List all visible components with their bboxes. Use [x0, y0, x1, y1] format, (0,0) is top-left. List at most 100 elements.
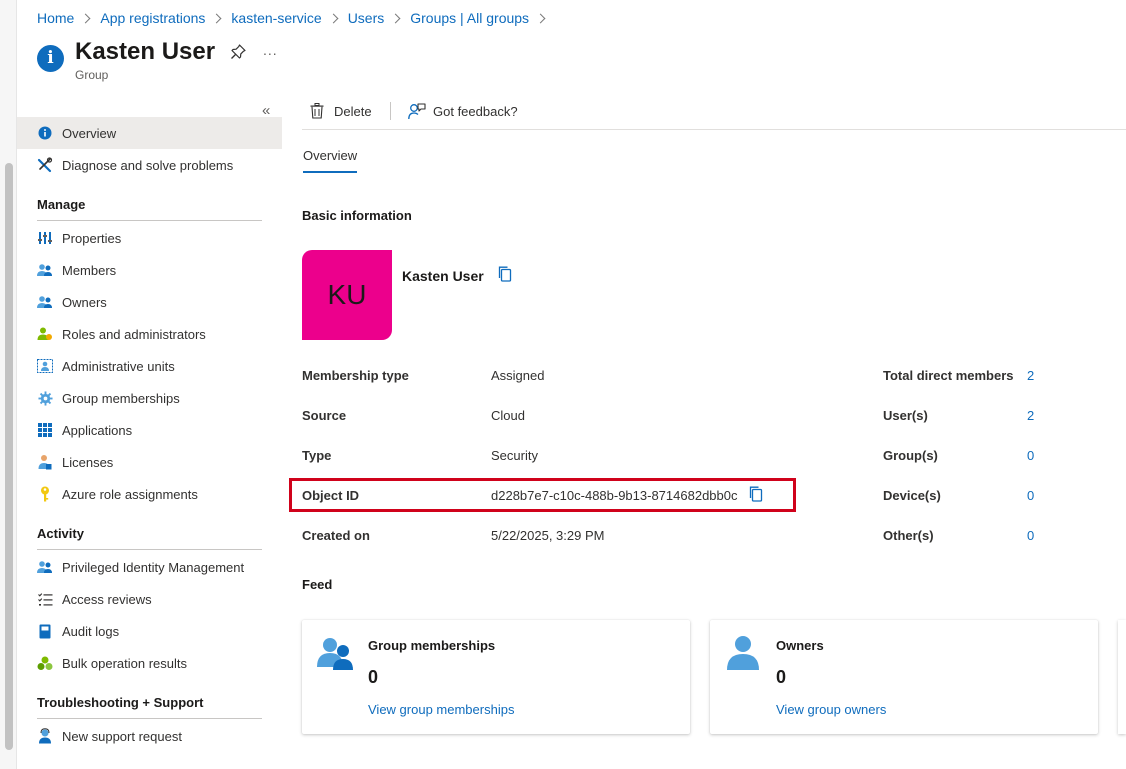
group-avatar: KU [302, 250, 392, 340]
card-title: Group memberships [368, 638, 496, 653]
sidebar-item-label: Properties [62, 230, 122, 246]
scrollbar-thumb[interactable] [5, 163, 13, 750]
membership-type-label: Membership type [302, 368, 409, 383]
source-label: Source [302, 408, 347, 423]
next-card-edge [1118, 620, 1126, 734]
grid-icon [37, 422, 53, 438]
sidebar-item-access-reviews[interactable]: Access reviews [17, 583, 282, 615]
sidebar-item-overview[interactable]: Overview [17, 117, 282, 149]
sidebar-item-new-support-request[interactable]: New support request [17, 720, 282, 752]
gear-icon [37, 390, 53, 406]
sidebar-item-licenses[interactable]: Licenses [17, 446, 282, 478]
sidebar-item-applications[interactable]: Applications [17, 414, 282, 446]
type-value: Security [491, 448, 538, 463]
source-value: Cloud [491, 408, 525, 423]
devices-label: Device(s) [883, 488, 941, 503]
properties-icon [37, 230, 53, 246]
license-icon [37, 454, 53, 470]
sidebar-item-label: Owners [62, 294, 107, 310]
object-id-highlight [289, 478, 796, 512]
total-direct-members-label: Total direct members [883, 368, 1014, 383]
view-group-memberships-link[interactable]: View group memberships [368, 702, 514, 717]
breadcrumb-groups[interactable]: Groups | All groups [410, 10, 529, 26]
sidebar-item-group-memberships[interactable]: Group memberships [17, 382, 282, 414]
sidebar-item-members[interactable]: Members [17, 254, 282, 286]
owners-card: Owners 0 View group owners [710, 620, 1098, 734]
sidebar-item-audit-logs[interactable]: Audit logs [17, 615, 282, 647]
group-icon [317, 638, 353, 670]
sidebar-item-roles[interactable]: Roles and administrators [17, 318, 282, 350]
sidebar-item-label: Licenses [62, 454, 114, 470]
feedback-icon [408, 102, 426, 119]
card-title: Owners [776, 638, 824, 653]
info-icon: i [37, 45, 64, 72]
view-group-owners-link[interactable]: View group owners [776, 702, 886, 717]
sidebar-item-label: Audit logs [62, 623, 120, 639]
person-icon [727, 636, 759, 670]
breadcrumb-kasten-service[interactable]: kasten-service [231, 10, 321, 26]
feed-heading: Feed [302, 577, 333, 592]
card-count: 0 [776, 667, 787, 687]
copy-icon[interactable] [497, 266, 513, 282]
key-icon [37, 486, 53, 502]
more-options-icon[interactable]: ... [263, 42, 278, 58]
section-troubleshooting: Troubleshooting + Support [37, 695, 262, 719]
breadcrumb-home[interactable]: Home [37, 10, 74, 26]
users-label: User(s) [883, 408, 928, 423]
pin-icon[interactable] [229, 43, 247, 61]
sidebar-scrollbar[interactable] [0, 0, 17, 769]
roles-icon [37, 326, 53, 342]
members-icon [37, 262, 53, 278]
sidebar-item-azure-role-assignments[interactable]: Azure role assignments [17, 478, 282, 510]
total-direct-members-value[interactable]: 2 [1027, 368, 1034, 383]
section-activity: Activity [37, 526, 262, 550]
card-count: 0 [368, 667, 379, 687]
others-label: Other(s) [883, 528, 934, 543]
sidebar-item-label: Privileged Identity Management [62, 559, 245, 575]
admin-units-icon [37, 358, 53, 374]
command-bar: Delete Got feedback? [302, 96, 1126, 130]
group-memberships-card: Group memberships 0 View group membershi… [302, 620, 690, 734]
sidebar-item-label: Bulk operation results [62, 655, 188, 671]
section-manage: Manage [37, 197, 262, 221]
sidebar-item-pim[interactable]: Privileged Identity Management [17, 551, 282, 583]
breadcrumb-users[interactable]: Users [348, 10, 385, 26]
sidebar-item-label: Administrative units [62, 358, 175, 374]
support-icon [37, 728, 53, 744]
type-label: Type [302, 448, 332, 463]
chevron-right-icon [328, 13, 339, 23]
sidebar-item-label: Diagnose and solve problems [62, 157, 234, 173]
sidebar-item-label: Members [62, 262, 117, 278]
sidebar-item-administrative-units[interactable]: Administrative units [17, 350, 282, 382]
sidebar-item-label: Azure role assignments [62, 486, 198, 502]
sidebar-item-bulk-operation-results[interactable]: Bulk operation results [17, 647, 282, 679]
devices-count[interactable]: 0 [1027, 488, 1034, 503]
sidebar-item-label: Applications [62, 422, 133, 438]
feedback-button[interactable]: Got feedback? [408, 96, 518, 126]
group-name: Kasten User [402, 268, 484, 284]
groups-label: Group(s) [883, 448, 938, 463]
owners-icon [37, 294, 53, 310]
sidebar-item-label: Overview [62, 125, 117, 141]
breadcrumb-app-registrations[interactable]: App registrations [100, 10, 205, 26]
chevron-right-icon [535, 13, 546, 23]
tab-overview[interactable]: Overview [303, 148, 358, 173]
membership-type-value: Assigned [491, 368, 545, 383]
basic-information-heading: Basic information [302, 208, 412, 223]
sidebar-item-label: Roles and administrators [62, 326, 206, 342]
page-subtitle: Group [75, 68, 109, 82]
created-on-label: Created on [302, 528, 370, 543]
sidebar-item-diagnose[interactable]: Diagnose and solve problems [17, 149, 282, 181]
sidebar-item-label: Group memberships [62, 390, 180, 406]
sidebar-item-label: New support request [62, 728, 182, 744]
breadcrumb: Home App registrations kasten-service Us… [37, 10, 555, 26]
book-icon [37, 623, 53, 639]
checklist-icon [37, 591, 53, 607]
sidebar-item-owners[interactable]: Owners [17, 286, 282, 318]
groups-count[interactable]: 0 [1027, 448, 1034, 463]
toolbar-divider [390, 102, 391, 120]
sidebar-item-properties[interactable]: Properties [17, 222, 282, 254]
others-count[interactable]: 0 [1027, 528, 1034, 543]
users-count[interactable]: 2 [1027, 408, 1034, 423]
delete-button[interactable]: Delete [310, 96, 372, 126]
